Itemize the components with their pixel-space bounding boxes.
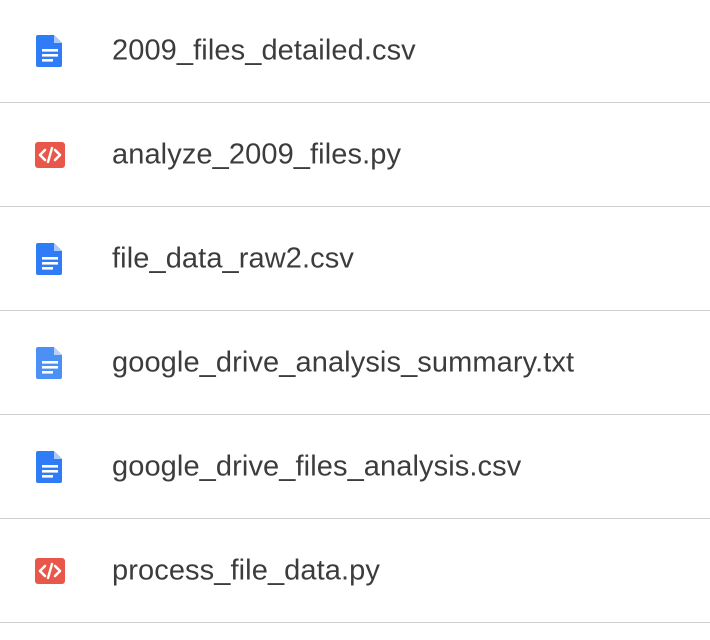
file-row-google-drive-analysis-summary[interactable]: google_drive_analysis_summary.txt (0, 311, 710, 415)
file-list: 2009_files_detailed.csv analyze_2009_fil… (0, 0, 710, 640)
file-name: google_drive_files_analysis.csv (112, 450, 522, 482)
file-row-file-data-raw2[interactable]: file_data_raw2.csv (0, 207, 710, 311)
file-row-google-drive-files-analysis[interactable]: google_drive_files_analysis.csv (0, 415, 710, 519)
code-file-icon (34, 554, 66, 588)
file-row-analyze-2009-files[interactable]: analyze_2009_files.py (0, 103, 710, 207)
file-row-process-file-data[interactable]: process_file_data.py (0, 519, 710, 623)
file-name: 2009_files_detailed.csv (112, 34, 416, 67)
document-icon (34, 450, 66, 484)
document-icon (34, 346, 66, 380)
file-row-2009-files-detailed[interactable]: 2009_files_detailed.csv (0, 0, 710, 103)
file-name: process_file_data.py (112, 554, 380, 586)
file-name: google_drive_analysis_summary.txt (112, 346, 575, 378)
file-name: analyze_2009_files.py (112, 138, 402, 170)
code-file-icon (34, 138, 66, 172)
document-icon (34, 242, 66, 276)
document-icon (34, 34, 66, 68)
file-name: file_data_raw2.csv (112, 242, 354, 274)
